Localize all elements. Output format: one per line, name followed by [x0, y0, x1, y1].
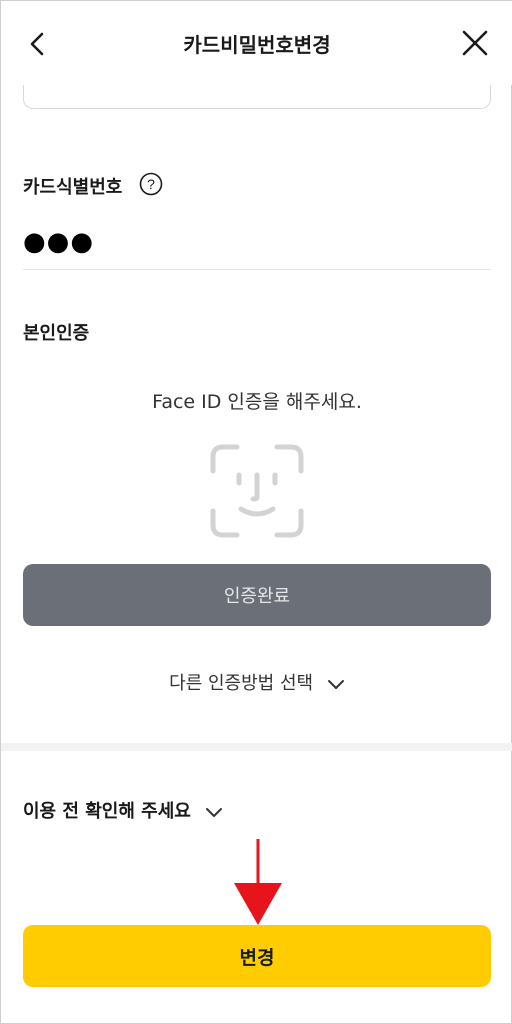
auth-complete-label: 인증완료: [223, 586, 291, 607]
card-id-label: 카드식별번호: [23, 177, 123, 198]
divider: [23, 269, 491, 270]
arrow-annotation: [234, 839, 282, 925]
change-button[interactable]: 변경: [23, 925, 491, 987]
notice-toggle[interactable]: 이용 전 확인해 주세요: [23, 797, 223, 823]
chevron-down-icon: [327, 680, 344, 689]
card-id-masked-value: ●●●: [23, 227, 95, 257]
face-id-message: Face ID 인증을 해주세요.: [152, 391, 362, 413]
svg-text:?: ?: [147, 176, 155, 192]
notice-label: 이용 전 확인해 주세요: [23, 801, 191, 822]
page-title: 카드비밀번호변경: [183, 33, 331, 57]
chevron-down-icon: [206, 808, 223, 817]
screen-frame: 카드비밀번호변경 카드식별번호 ? ●●● 본인인증 Face ID 인증을 해…: [0, 0, 512, 1024]
identity-label: 본인인증: [23, 323, 90, 344]
faceid-icon: [210, 444, 304, 538]
auth-complete-button[interactable]: 인증완료: [23, 564, 491, 626]
help-button[interactable]: ?: [139, 172, 163, 196]
change-label: 변경: [239, 946, 275, 969]
section-separator: [1, 743, 512, 751]
header: 카드비밀번호변경: [1, 1, 512, 85]
other-method-label: 다른 인증방법 선택: [169, 673, 314, 694]
help-icon: ?: [139, 172, 163, 196]
close-icon: [462, 30, 488, 56]
close-button[interactable]: [459, 27, 491, 59]
other-method-selector[interactable]: 다른 인증방법 선택: [1, 669, 512, 695]
